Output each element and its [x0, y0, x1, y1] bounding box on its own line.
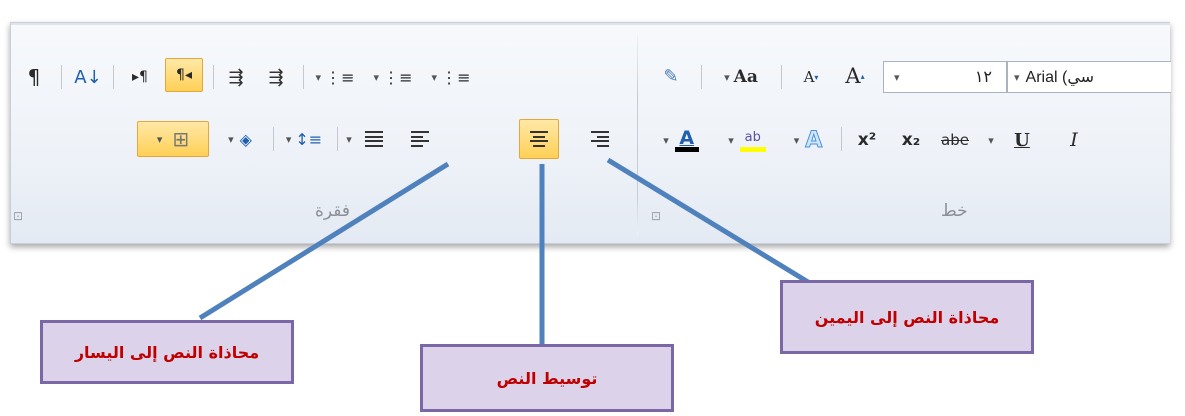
connector-align-left [198, 161, 450, 321]
callout-align-right-text: محاذاة النص إلى اليمين [814, 307, 1000, 327]
connector-align-right [606, 157, 810, 285]
callout-align-left-text: محاذاة النص إلى اليسار [74, 342, 260, 362]
callout-center: توسيط النص [420, 344, 674, 412]
callout-center-text: توسيط النص [496, 368, 598, 388]
callout-align-right: محاذاة النص إلى اليمين [780, 280, 1034, 354]
callout-align-left: محاذاة النص إلى اليسار [40, 320, 294, 384]
